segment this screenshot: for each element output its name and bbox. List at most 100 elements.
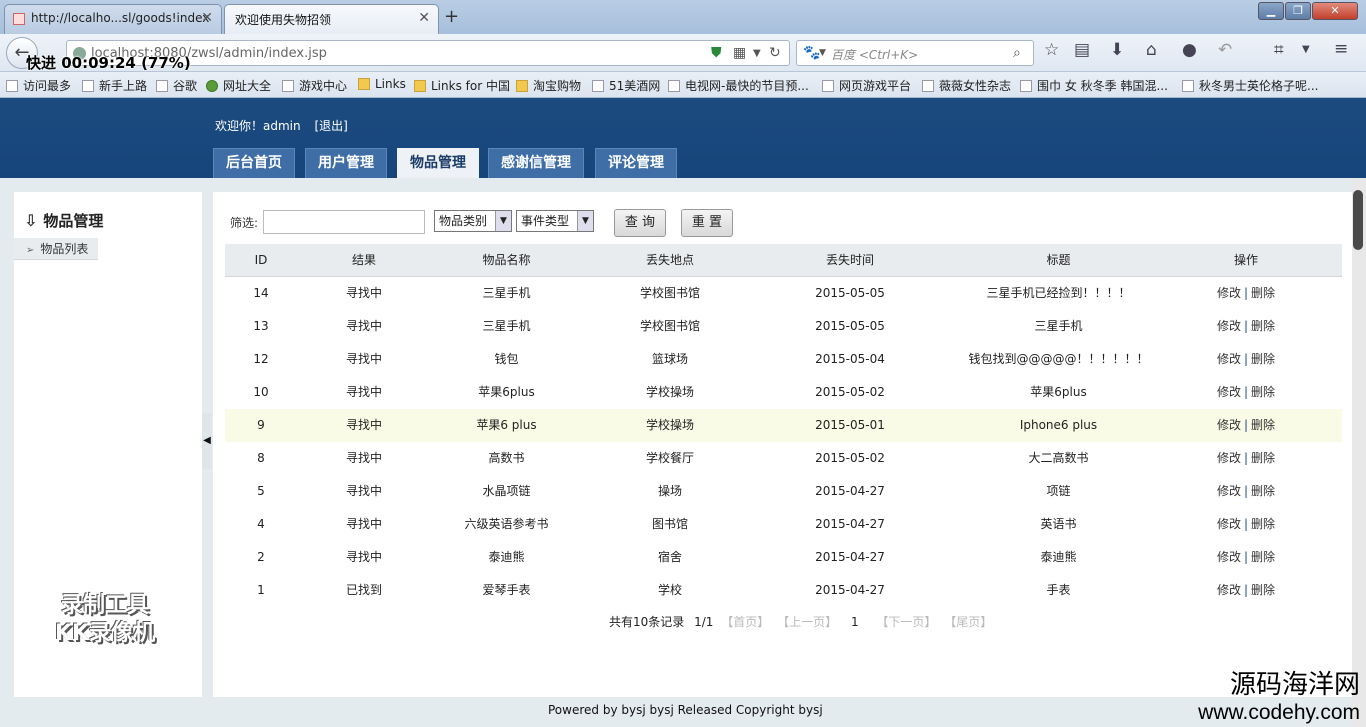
table-row[interactable]: 9 寻找中 苹果6 plus 学校操场 2015-05-01 Iphone6 plus 修改… <box>225 409 1342 442</box>
cell-id: 8 <box>257 451 265 465</box>
bookmark-item[interactable]: 淘宝购物 <box>516 77 581 94</box>
edit-link[interactable]: 修改 <box>1217 583 1241 597</box>
delete-link[interactable]: 删除 <box>1251 484 1275 498</box>
delete-link[interactable]: 删除 <box>1251 286 1275 300</box>
table-row[interactable]: 10 寻找中 苹果6plus 学校操场 2015-05-02 苹果6plus 修改 | 删除 <box>225 376 1342 409</box>
cell-time: 2015-04-27 <box>815 484 885 498</box>
reset-button[interactable]: 重 置 <box>681 209 733 237</box>
table-row[interactable]: 5 寻找中 水晶项链 操场 2015-04-27 项链 修改 | 删除 <box>225 475 1342 508</box>
dropdown-icon[interactable]: ▼ <box>819 48 826 58</box>
undo-icon[interactable]: ↶ <box>1218 40 1232 60</box>
cell-result: 寻找中 <box>345 550 382 564</box>
search-icon[interactable]: ⌕ <box>1013 45 1021 61</box>
folder-icon <box>414 80 426 92</box>
chevron-down-icon[interactable]: ▼ <box>495 211 511 231</box>
table-row[interactable]: 13 寻找中 三星手机 学校图书馆 2015-05-05 三星手机 修改 | 删除 <box>225 310 1342 343</box>
new-tab-icon[interactable]: + <box>444 6 459 27</box>
close-window-icon[interactable]: ✕ <box>1312 2 1358 20</box>
dropdown-icon[interactable]: ▼ <box>1302 44 1310 55</box>
close-tab-icon[interactable]: ✕ <box>418 10 430 26</box>
bookmark-item[interactable]: 新手上路 <box>82 77 147 94</box>
table-row[interactable]: 2 寻找中 泰迪熊 宿舍 2015-04-27 泰迪熊 修改 | 删除 <box>225 541 1342 574</box>
pager-next[interactable]: 【下一页】 <box>876 615 936 629</box>
edit-link[interactable]: 修改 <box>1217 517 1241 531</box>
search-placeholder[interactable]: 百度 <Ctrl+K> <box>831 46 918 63</box>
delete-link[interactable]: 删除 <box>1251 451 1275 465</box>
bookmark-item[interactable]: Links for 中国 <box>414 77 510 94</box>
page-scrollbar[interactable] <box>1352 178 1366 727</box>
collapse-sidebar-icon[interactable]: ◀ <box>202 413 212 469</box>
nav-tab-comments[interactable]: 评论管理 <box>595 148 677 178</box>
nav-tab-home[interactable]: 后台首页 <box>213 148 295 178</box>
cell-operations: 修改 | 删除 <box>1175 475 1317 508</box>
edit-link[interactable]: 修改 <box>1217 319 1241 333</box>
delete-link[interactable]: 删除 <box>1251 550 1275 564</box>
chat-icon[interactable]: ● <box>1182 40 1197 60</box>
baidu-icon[interactable]: 🐾 <box>803 45 820 61</box>
menu-icon[interactable]: ≡ <box>1334 39 1348 59</box>
bookmark-item[interactable]: 网页游戏平台 <box>822 77 911 94</box>
bookmark-item[interactable]: 51美酒网 <box>592 77 660 94</box>
pager-current[interactable]: 1 <box>851 615 859 629</box>
maximize-icon[interactable]: ❐ <box>1285 2 1311 20</box>
browser-tab-goods[interactable]: http://localho...sl/goods!index ✕ <box>4 4 222 34</box>
close-tab-icon[interactable]: ✕ <box>201 10 213 26</box>
table-row[interactable]: 4 寻找中 六级英语参考书 图书馆 2015-04-27 英语书 修改 | 删除 <box>225 508 1342 541</box>
bookmark-item[interactable]: 秋冬男士英伦格子呢... <box>1182 77 1318 94</box>
search-bar[interactable]: 🐾 ▼ 百度 <Ctrl+K> ⌕ <box>796 40 1034 66</box>
delete-link[interactable]: 删除 <box>1251 385 1275 399</box>
edit-link[interactable]: 修改 <box>1217 286 1241 300</box>
event-type-select[interactable]: 事件类型 ▼ <box>516 210 594 232</box>
delete-link[interactable]: 删除 <box>1251 517 1275 531</box>
bookmark-item[interactable]: 薇薇女性杂志 <box>922 77 1011 94</box>
dropdown-icon[interactable]: ▼ <box>753 48 761 59</box>
qr-code-icon[interactable]: ▦ <box>733 45 746 61</box>
bookmark-item[interactable]: 围巾 女 秋冬季 韩国混... <box>1020 77 1168 94</box>
pager-last[interactable]: 【尾页】 <box>944 615 992 629</box>
bookmark-item[interactable]: 访问最多 <box>6 77 71 94</box>
browser-tab-active[interactable]: 欢迎使用失物招领 ✕ <box>224 4 439 34</box>
edit-link[interactable]: 修改 <box>1217 352 1241 366</box>
cell-time: 2015-04-27 <box>815 517 885 531</box>
bookmark-item[interactable]: 游戏中心 <box>282 77 347 94</box>
nav-tab-items[interactable]: 物品管理 <box>397 148 479 178</box>
table-row[interactable]: 1 已找到 爱琴手表 学校 2015-04-27 手表 修改 | 删除 <box>225 574 1342 607</box>
star-icon[interactable]: ☆ <box>1044 40 1059 60</box>
filter-input[interactable] <box>263 210 425 234</box>
nav-tab-users[interactable]: 用户管理 <box>305 148 387 178</box>
table-row[interactable]: 8 寻找中 高数书 学校餐厅 2015-05-02 大二高数书 修改 | 删除 <box>225 442 1342 475</box>
download-icon[interactable]: ⬇ <box>1110 40 1124 60</box>
crop-icon[interactable]: ⌗ <box>1274 40 1284 60</box>
reading-list-icon[interactable]: ▤ <box>1074 40 1090 60</box>
edit-link[interactable]: 修改 <box>1217 451 1241 465</box>
scrollbar-thumb[interactable] <box>1353 190 1363 250</box>
bookmark-item[interactable]: 网址大全 <box>206 77 271 94</box>
delete-link[interactable]: 删除 <box>1251 352 1275 366</box>
edit-link[interactable]: 修改 <box>1217 484 1241 498</box>
bookmark-item[interactable]: 电视网-最快的节目预... <box>668 77 809 94</box>
table-row[interactable]: 14 寻找中 三星手机 学校图书馆 2015-05-05 三星手机已经捡到！！！！ 修改 | 删… <box>225 277 1342 310</box>
bookmark-item[interactable]: Links <box>358 77 406 91</box>
bookmark-item[interactable]: 谷歌 <box>156 77 197 94</box>
delete-link[interactable]: 删除 <box>1251 319 1275 333</box>
edit-link[interactable]: 修改 <box>1217 418 1241 432</box>
op-separator: | <box>1243 583 1249 597</box>
edit-link[interactable]: 修改 <box>1217 550 1241 564</box>
edit-link[interactable]: 修改 <box>1217 385 1241 399</box>
shield-icon[interactable]: ⛊ <box>711 45 722 61</box>
reload-icon[interactable]: ↻ <box>769 45 781 61</box>
category-select[interactable]: 物品类别 ▼ <box>434 210 512 232</box>
minimize-icon[interactable]: ▁ <box>1258 2 1284 20</box>
logout-link[interactable]: [退出] <box>314 119 347 133</box>
table-row[interactable]: 12 寻找中 钱包 篮球场 2015-05-04 钱包找到@@@@@！！！！！！ 修改 | 删除 <box>225 343 1342 376</box>
chevron-down-icon[interactable]: ▼ <box>577 211 593 231</box>
pager-first[interactable]: 【首页】 <box>721 615 769 629</box>
pager-prev[interactable]: 【上一页】 <box>777 615 837 629</box>
sidebar-item-item-list[interactable]: ➢ 物品列表 <box>14 238 98 260</box>
home-icon[interactable]: ⌂ <box>1146 40 1157 60</box>
nav-tab-thanks[interactable]: 感谢信管理 <box>488 148 584 178</box>
delete-link[interactable]: 删除 <box>1251 583 1275 597</box>
delete-link[interactable]: 删除 <box>1251 418 1275 432</box>
query-button[interactable]: 查 询 <box>614 209 666 237</box>
op-separator: | <box>1243 286 1249 300</box>
